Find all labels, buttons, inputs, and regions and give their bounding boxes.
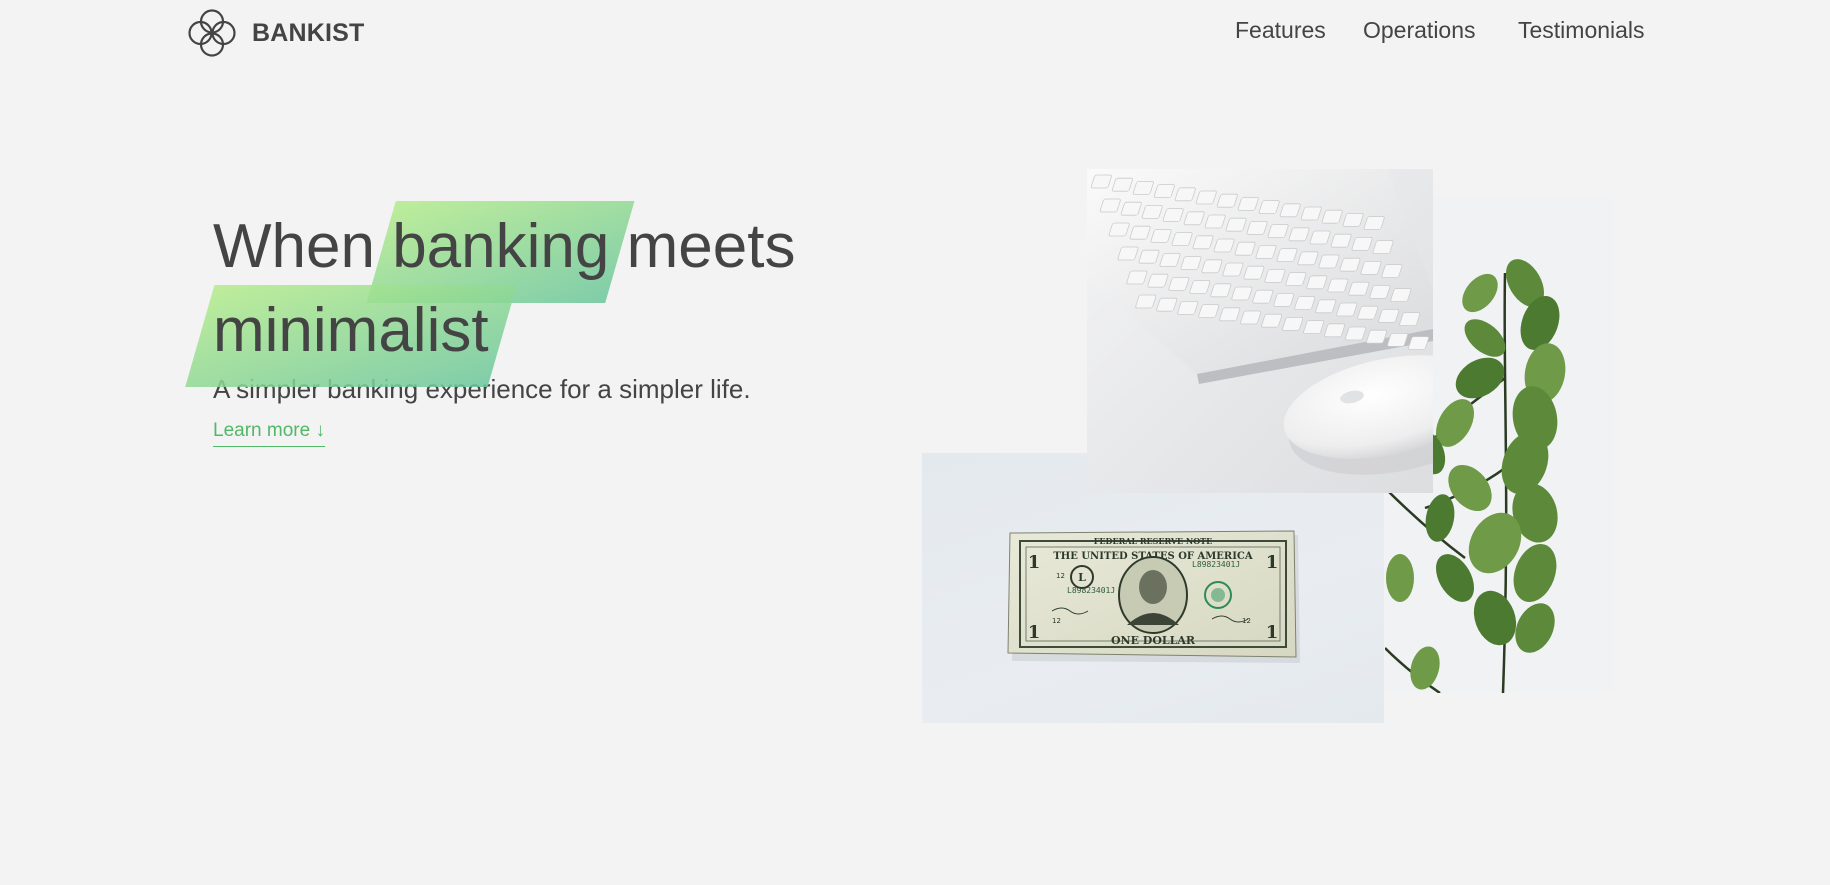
landing-page: BANKIST Features Operations Testimonials… — [0, 0, 1830, 885]
bill-district-number: 12 — [1056, 572, 1065, 580]
plant-leaf — [1425, 494, 1455, 542]
plant-leaf — [1515, 603, 1555, 653]
plant-leaf — [1462, 273, 1498, 313]
brand-logo[interactable]: BANKIST — [186, 7, 365, 59]
hero-title-word: When — [213, 212, 375, 281]
bill-serial: L89823401J — [1067, 586, 1115, 595]
nav-link-features[interactable]: Features — [1235, 17, 1326, 44]
bill-denomination: 1 — [1028, 622, 1041, 643]
bill-denomination: 1 — [1028, 552, 1041, 573]
bill-serial: L89823401J — [1192, 560, 1240, 569]
nav-link-testimonials[interactable]: Testimonials — [1518, 17, 1645, 44]
bill-bottom-banner: ONE DOLLAR — [1111, 634, 1196, 647]
bill-district-number: 12 — [1052, 617, 1061, 625]
bill-district-letter: L — [1078, 571, 1086, 584]
nav-link-operations[interactable]: Operations — [1363, 17, 1476, 44]
hero-title-highlight: minimalist — [213, 289, 489, 373]
hero-title: When banking meets minimalist — [213, 205, 913, 373]
plant-leaf — [1386, 554, 1414, 602]
learn-more-link[interactable]: Learn more ↓ — [213, 420, 325, 447]
one-dollar-bill-photo: FEDERAL RESERVE NOTE THE UNITED STATES O… — [922, 453, 1384, 723]
four-rings-icon — [186, 7, 238, 59]
bill-denomination: 1 — [1266, 622, 1279, 643]
plant-leaf — [1410, 646, 1440, 690]
hero-title-highlight: banking — [392, 205, 609, 289]
plant-leaf — [1473, 590, 1517, 646]
bill-denomination: 1 — [1266, 552, 1279, 573]
bill-top-banner: FEDERAL RESERVE NOTE — [1094, 536, 1212, 546]
brand-name: BANKIST — [252, 18, 365, 47]
hero-title-word: meets — [626, 212, 796, 281]
keyboard-mouse-photo — [1087, 169, 1433, 493]
